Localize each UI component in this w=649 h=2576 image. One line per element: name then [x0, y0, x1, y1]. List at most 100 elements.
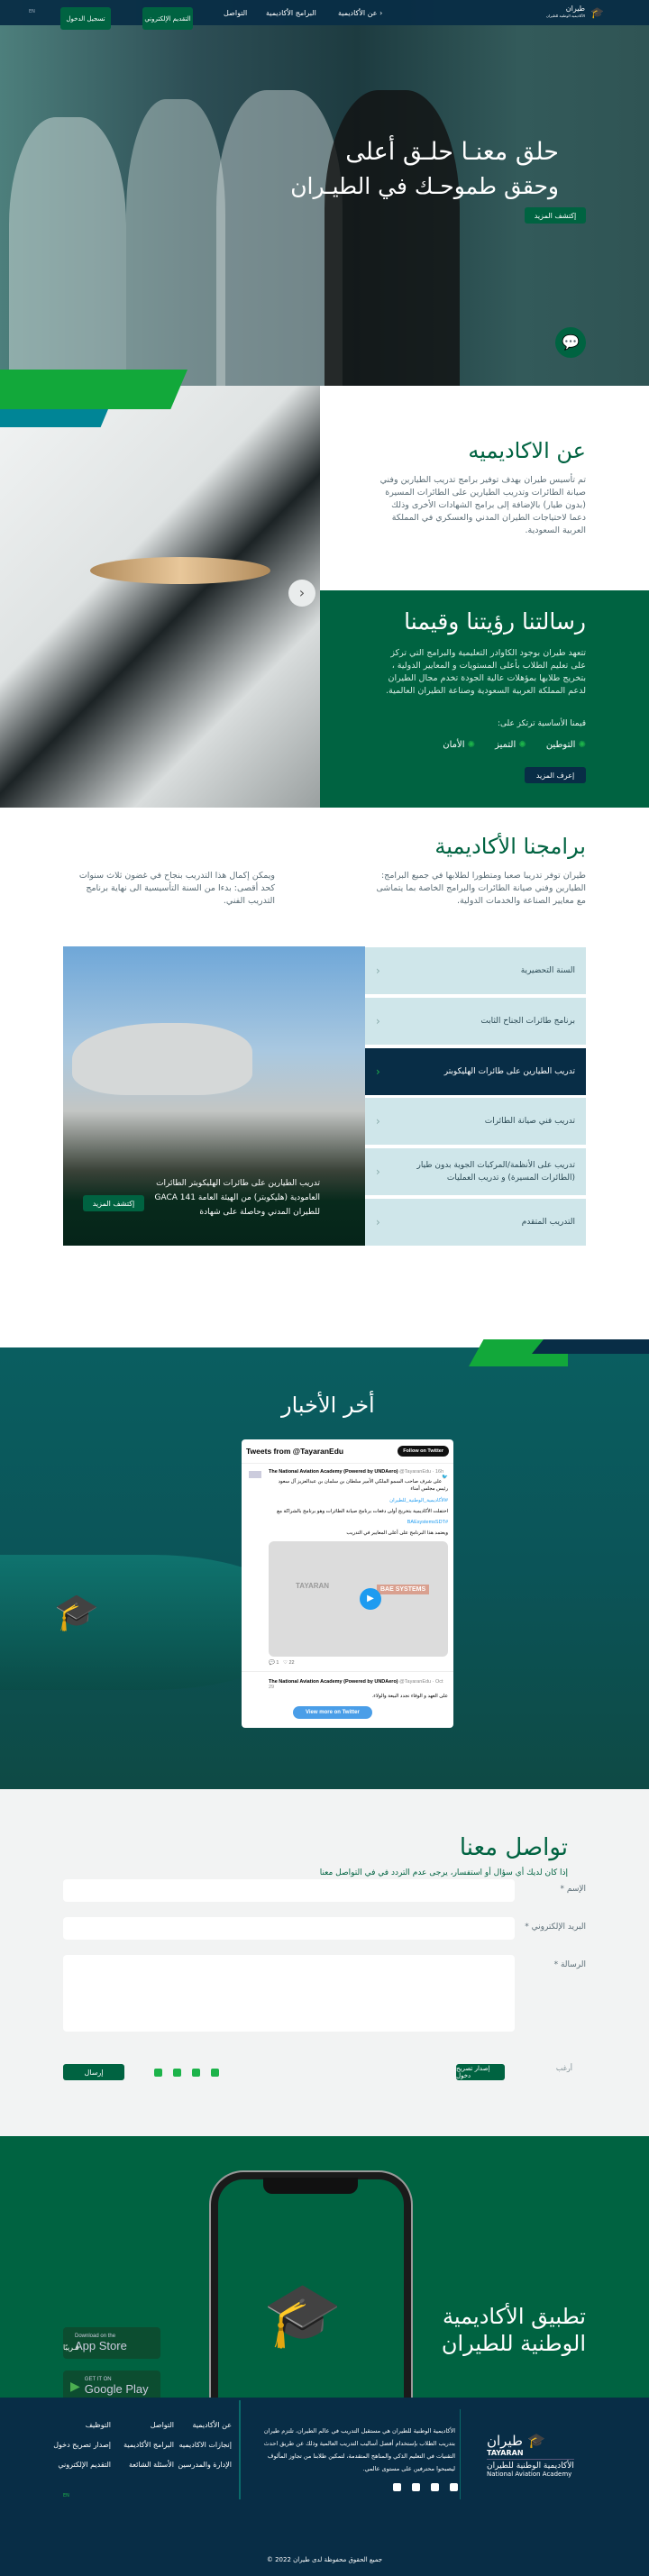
- hero-discover-button[interactable]: إكتشف المزيد: [525, 207, 586, 224]
- app-title-2: الوطنية للطيران: [441, 2331, 586, 2356]
- widget-title: Tweets from @TayaranEdu: [246, 1447, 344, 1456]
- news-title: أخر الأخبار: [281, 1393, 375, 1418]
- hero-line-1: حلق معنـا حلـق أعلى: [345, 138, 559, 166]
- coming-soon: قـريبًا: [63, 2343, 79, 2352]
- send-button[interactable]: إرسال: [63, 2064, 124, 2080]
- linkedin-icon[interactable]: [192, 2069, 200, 2077]
- program-item[interactable]: السنة التحضيرية ‹: [365, 947, 586, 994]
- chevron-left-icon: ‹: [376, 1216, 380, 1229]
- program-item[interactable]: برنامج طائرات الجناح الثابت ‹: [365, 998, 586, 1045]
- contact-subtitle: إذا كان لديك أي سؤال أو استفسار، يرجى عد…: [319, 1868, 568, 1877]
- twitter-icon[interactable]: [393, 2483, 401, 2491]
- view-more-button[interactable]: View more on Twitter: [293, 1706, 372, 1719]
- chevron-left-icon: ‹: [376, 1165, 380, 1178]
- graduation-cap-icon: 🎓: [54, 1592, 99, 1633]
- tweet[interactable]: The National Aviation Academy (Powered b…: [242, 1671, 453, 1699]
- twitter-icon[interactable]: [154, 2069, 162, 2077]
- want-label: أرغب: [555, 2064, 572, 2072]
- language-toggle[interactable]: EN: [63, 2493, 69, 2498]
- footer: طيران 🎓 TAYARAN الأكاديمية الوطنية للطير…: [0, 2398, 649, 2576]
- chat-icon[interactable]: 💬: [555, 327, 586, 358]
- mission-title: رسالتنا رؤيتنا وقيمنا: [404, 608, 586, 635]
- footer-link[interactable]: إصدار تصريح دخول: [53, 2441, 111, 2449]
- chevron-left-icon: ‹: [376, 964, 380, 977]
- whatsapp-icon[interactable]: [450, 2483, 458, 2491]
- email-input[interactable]: [63, 1917, 515, 1940]
- footer-link[interactable]: التوظيف: [86, 2421, 111, 2429]
- value-localization: ✺ التوطين: [545, 740, 586, 750]
- app-section: 🎓 تطبيق الأكاديمية الوطنية للطيران Downl…: [0, 2136, 649, 2402]
- mission-section: رسالتنا رؤيتنا وقيمنا تتعهد طيران بوجود …: [320, 590, 649, 808]
- program-item[interactable]: التدريب المتقدم ‹: [365, 1199, 586, 1246]
- about-text: تم تأسيس طيران بهدف توفير برامج تدريب ال…: [379, 475, 586, 535]
- slider-arrow[interactable]: ›: [288, 580, 315, 607]
- programs-text-1: طيران توفر تدريبا صعبا ومتطورا لطلابها ف…: [376, 871, 586, 906]
- email-label: البريد الإلكتروني *: [525, 1923, 586, 1932]
- apply-button[interactable]: التقديم الإلكتروني: [142, 7, 193, 30]
- program-caption: تدريب الطيارين على طائرات الهليكوبتر الط…: [154, 1179, 320, 1217]
- hero-section: حلق معنـا حلـق أعلى وحقق طموحـك في الطيـ…: [0, 0, 649, 427]
- name-label: الإسم *: [560, 1885, 586, 1894]
- nav-about[interactable]: عن الأكاديمية ›: [338, 9, 382, 17]
- twitter-icon: 🐦: [442, 1475, 448, 1480]
- mission-text: تتعهد طيران بوجود الكاوادر التعليمية وال…: [385, 648, 586, 696]
- footer-link[interactable]: الإدارة والمدرسين: [178, 2461, 232, 2469]
- chevron-left-icon: ‹: [376, 1015, 380, 1028]
- graduation-cap-icon: 🎓: [527, 2432, 545, 2449]
- decor-stripe: [532, 1339, 649, 1354]
- values-label: قيمنا الأساسية ترتكز على:: [497, 719, 586, 728]
- footer-link[interactable]: البرامج الأكاديمية: [123, 2441, 174, 2449]
- google-play-icon: ▶: [70, 2379, 80, 2393]
- shield-icon: ✺: [467, 740, 476, 750]
- graduation-cap-icon: 🎓: [263, 2278, 343, 2352]
- phone-mockup: 🎓: [211, 2172, 411, 2398]
- tweet-video[interactable]: TAYARAN BAE SYSTEMS ▶: [269, 1541, 448, 1657]
- helicopter-image: تدريب الطيارين على طائرات الهليكوبتر الط…: [63, 946, 365, 1246]
- footer-link[interactable]: إنجازات الاكاديميه: [179, 2441, 232, 2449]
- program-item-active[interactable]: تدريب الطيارين على طائرات الهليكوبتر ‹: [365, 1048, 586, 1095]
- chevron-left-icon: ‹: [376, 1115, 380, 1128]
- program-item[interactable]: تدريب على الأنظمة/المركبات الجوية بدون ط…: [365, 1148, 586, 1195]
- phone-notch: [263, 2178, 358, 2194]
- decor-stripe: [0, 409, 108, 427]
- email-icon[interactable]: [173, 2069, 181, 2077]
- footer-link[interactable]: التقديم الإلكتروني: [58, 2461, 111, 2469]
- follow-button[interactable]: Follow on Twitter: [398, 1446, 449, 1457]
- play-icon[interactable]: ▶: [360, 1588, 381, 1610]
- gear-icon: ✺: [578, 740, 586, 750]
- linkedin-icon[interactable]: [431, 2483, 439, 2491]
- program-item[interactable]: تدريب فني صيانة الطائرات ‹: [365, 1098, 586, 1145]
- message-label: الرسالة *: [553, 1960, 586, 1969]
- name-input[interactable]: [63, 1879, 515, 1902]
- copyright: جميع الحقوق محفوظة لدى طيران 2022 ©: [266, 2556, 383, 2563]
- nav-programs[interactable]: البرامج الأكاديمية: [266, 9, 316, 17]
- language-toggle[interactable]: EN: [29, 9, 35, 14]
- logo[interactable]: طيران الأكاديمية الوطنية للطيران 🎓: [546, 5, 604, 20]
- wings-badge: [90, 557, 270, 584]
- program-discover-button[interactable]: إكتشف المزيد: [83, 1195, 144, 1211]
- value-excellence: ✺ التميز: [495, 740, 526, 750]
- footer-link[interactable]: عن الأكاديمية: [192, 2421, 232, 2429]
- twitter-widget: Tweets from @TayaranEdu Follow on Twitte…: [242, 1439, 453, 1728]
- message-input[interactable]: [63, 1955, 515, 2032]
- hero-line-2: وحقق طموحـك في الطيـران: [290, 173, 559, 199]
- footer-link[interactable]: التواصل: [151, 2421, 174, 2429]
- star-icon: ✺: [518, 740, 526, 750]
- programs-text-2: ويمكن إكمال هذا التدريب بنجاح في غضون ثل…: [78, 871, 275, 906]
- graduation-cap-icon: 🎓: [590, 6, 604, 19]
- footer-logo: طيران 🎓 TAYARAN الأكاديمية الوطنية للطير…: [487, 2432, 574, 2478]
- chevron-left-icon: ‹: [376, 1065, 380, 1078]
- app-title-1: تطبيق الأكاديمية: [443, 2304, 586, 2329]
- learn-more-button[interactable]: إعرف المزيد: [525, 767, 586, 783]
- avatar: [249, 1471, 261, 1478]
- footer-link[interactable]: الأسئلة الشائعة: [129, 2461, 174, 2469]
- email-icon[interactable]: [412, 2483, 420, 2491]
- permit-button[interactable]: إصدار تصريح دخول: [456, 2064, 505, 2080]
- nav-contact[interactable]: التواصل: [224, 9, 247, 17]
- top-nav: طيران الأكاديمية الوطنية للطيران 🎓 عن الأ…: [0, 0, 649, 30]
- login-button[interactable]: تسجيل الدخول: [60, 7, 111, 30]
- whatsapp-icon[interactable]: [211, 2069, 219, 2077]
- tweet[interactable]: The National Aviation Academy (Powered b…: [242, 1464, 453, 1666]
- about-title: عن الاكاديميه: [468, 438, 586, 463]
- helicopter-shape: [72, 1023, 252, 1095]
